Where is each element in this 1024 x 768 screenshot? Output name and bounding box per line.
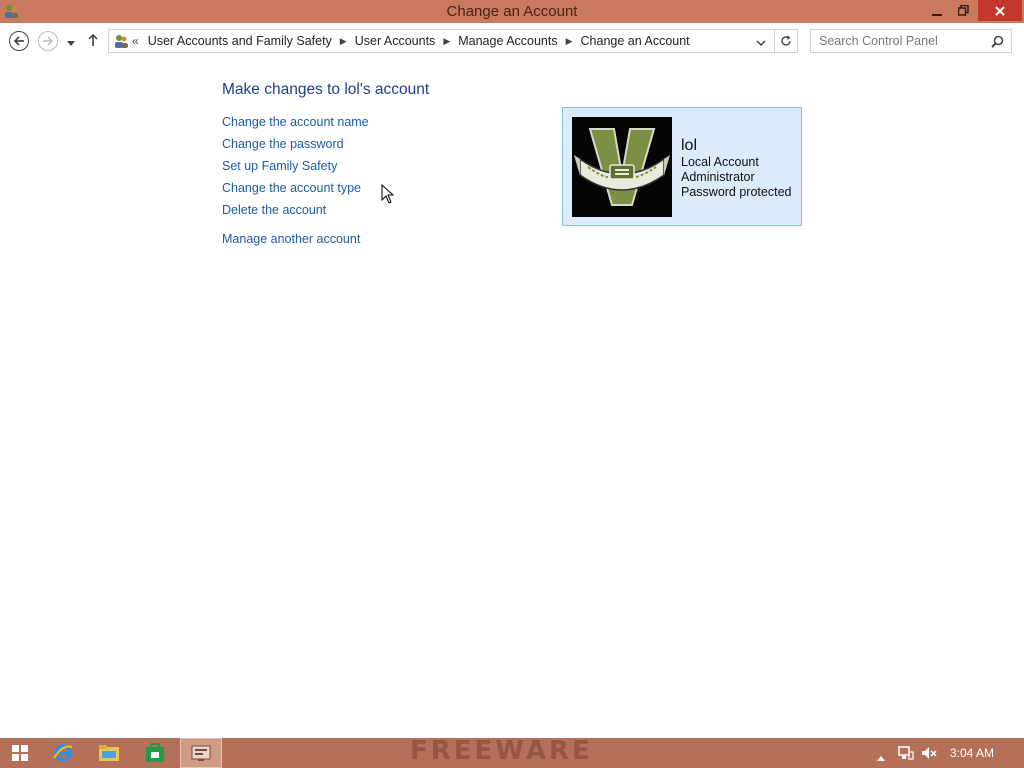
recent-locations-button[interactable] [66,35,76,53]
taskbar-file-explorer[interactable] [88,738,130,768]
account-protection: Password protected [681,185,792,199]
chevron-down-icon [756,40,766,47]
change-account-name-link[interactable]: Change the account name [222,115,369,129]
avatar [572,117,672,217]
taskbar-control-panel[interactable] [180,738,222,768]
system-clock[interactable]: 3:04 AM [950,746,994,760]
breadcrumb-manage-accounts[interactable]: Manage Accounts [458,34,557,48]
minimize-button[interactable] [924,0,950,21]
chevron-down-icon [67,41,75,46]
breadcrumb: « User Accounts and Family Safety ▶ User… [132,34,690,48]
close-icon [995,5,1005,16]
breadcrumb-separator-icon[interactable]: ▶ [566,36,573,47]
show-hidden-icons-button[interactable] [876,749,886,767]
network-icon[interactable] [898,746,914,765]
search-placeholder: Search Control Panel [819,34,938,48]
forward-button[interactable] [38,31,58,51]
breadcrumb-overflow-button[interactable]: « [132,34,139,48]
breadcrumb-separator-icon[interactable]: ▶ [443,36,450,47]
breadcrumb-separator-icon[interactable]: ▶ [340,36,347,47]
refresh-button[interactable] [774,29,798,53]
chevron-up-icon [877,756,885,761]
close-button[interactable] [978,0,1022,21]
breadcrumb-user-accounts-family-safety[interactable]: User Accounts and Family Safety [148,34,332,48]
volume-muted-icon[interactable] [921,746,937,765]
user-accounts-icon [113,33,129,52]
breadcrumb-user-accounts[interactable]: User Accounts [355,34,436,48]
store-icon [146,743,164,762]
watermark-text: FREEWARE [410,736,593,766]
account-type: Local Account [681,155,759,169]
account-name: lol [681,137,698,154]
back-button[interactable] [9,31,29,51]
windows-logo-icon [12,745,28,761]
taskbar: FREEWARE 3:04 AM [0,736,1024,768]
change-password-link[interactable]: Change the password [222,137,344,151]
minimize-icon [932,13,942,16]
page-title: Make changes to lol's account [222,81,430,98]
address-bar[interactable]: « User Accounts and Family Safety ▶ User… [108,29,775,53]
taskbar-internet-explorer[interactable] [42,738,84,768]
account-card: lol Local Account Administrator Password… [562,107,802,226]
internet-explorer-icon [53,744,73,762]
control-panel-icon [191,745,211,761]
back-arrow-icon [13,36,24,46]
search-input[interactable]: Search Control Panel [810,29,1012,53]
delete-account-link[interactable]: Delete the account [222,203,326,217]
title-bar: Change an Account [0,0,1024,23]
set-up-family-safety-link[interactable]: Set up Family Safety [222,159,337,173]
mouse-cursor-icon [381,183,395,209]
manage-another-account-link[interactable]: Manage another account [222,232,360,246]
address-dropdown-button[interactable] [756,36,766,50]
breadcrumb-change-an-account[interactable]: Change an Account [581,34,690,48]
taskbar-store[interactable] [134,738,176,768]
navigation-bar: « User Accounts and Family Safety ▶ User… [0,23,1024,59]
start-button[interactable] [0,738,40,768]
forward-arrow-icon [43,36,54,46]
up-button[interactable] [87,33,99,52]
change-account-type-link[interactable]: Change the account type [222,181,361,195]
restore-icon [957,5,969,16]
folder-icon [99,745,119,761]
up-arrow-icon [88,33,98,46]
gta-v-logo-icon [572,117,672,217]
account-role: Administrator [681,170,755,184]
window-title: Change an Account [446,3,578,20]
restore-button[interactable] [950,0,976,21]
refresh-icon [780,35,791,46]
search-icon[interactable] [991,35,1004,51]
